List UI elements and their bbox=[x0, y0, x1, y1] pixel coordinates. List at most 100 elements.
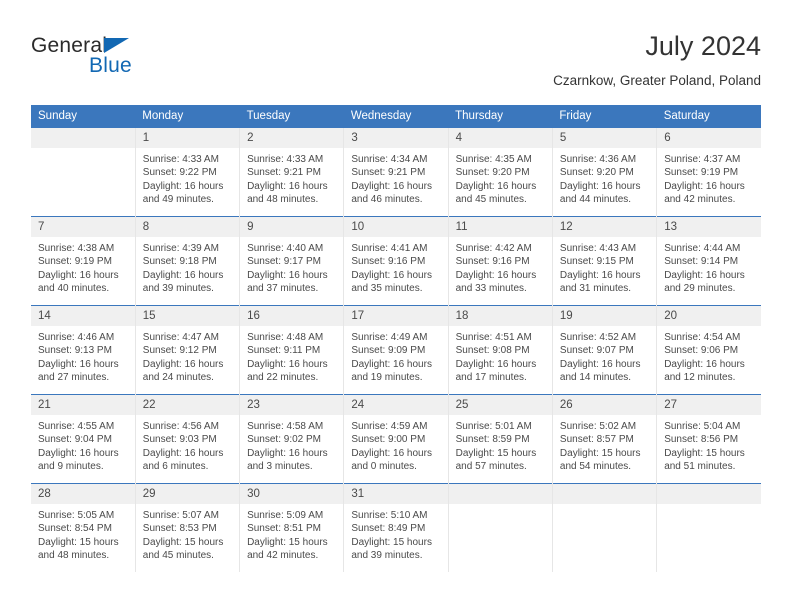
daylight-text-line2: and 24 minutes. bbox=[142, 371, 214, 383]
daylight-text-line2: and 49 minutes. bbox=[142, 193, 214, 205]
day-details: Sunrise: 4:41 AM Sunset: 9:16 PM Daylight:… bbox=[344, 237, 447, 295]
day-details: Sunrise: 4:55 AM Sunset: 9:04 PM Daylight:… bbox=[31, 415, 135, 473]
day-cell[interactable]: 13 Sunrise: 4:44 AM Sunset: 9:14 PM Dayligh… bbox=[656, 216, 761, 306]
day-number: 17 bbox=[344, 306, 448, 326]
day-number: 22 bbox=[135, 395, 240, 415]
weekday-header-sunday: Sunday bbox=[31, 105, 136, 128]
sunrise-text: Sunrise: 4:40 AM bbox=[247, 243, 324, 254]
day-number: 25 bbox=[448, 395, 552, 415]
day-number: 2 bbox=[240, 128, 344, 148]
sunrise-text: Sunrise: 4:39 AM bbox=[142, 243, 219, 254]
daylight-text-line2: and 27 minutes. bbox=[38, 371, 110, 383]
daylight-text-line2: and 9 minutes. bbox=[38, 460, 104, 472]
sunset-text: Sunset: 9:20 PM bbox=[455, 167, 530, 179]
page-subtitle: Czarnkow, Greater Poland, Poland bbox=[553, 73, 761, 88]
day-number: 13 bbox=[657, 217, 761, 237]
daylight-text-line1: Daylight: 15 hours bbox=[559, 447, 641, 459]
day-details: Sunrise: 4:37 AM Sunset: 9:19 PM Daylight:… bbox=[657, 148, 761, 206]
sunrise-text: Sunrise: 4:47 AM bbox=[142, 332, 219, 343]
daylight-text-line2: and 3 minutes. bbox=[247, 460, 313, 472]
day-cell[interactable]: 28 Sunrise: 5:05 AM Sunset: 8:54 PM Dayligh… bbox=[31, 483, 136, 572]
day-cell[interactable] bbox=[447, 483, 553, 572]
sunrise-text: Sunrise: 5:01 AM bbox=[455, 421, 532, 432]
day-details: Sunrise: 4:38 AM Sunset: 9:19 PM Daylight:… bbox=[31, 237, 135, 295]
daylight-text-line1: Daylight: 16 hours bbox=[247, 269, 328, 281]
day-number: 19 bbox=[552, 306, 657, 326]
sunrise-text: Sunrise: 4:33 AM bbox=[142, 154, 219, 165]
day-cell[interactable]: 1 Sunrise: 4:33 AM Sunset: 9:22 PM Daylight… bbox=[134, 127, 240, 217]
day-details: Sunrise: 5:01 AM Sunset: 8:59 PM Daylight:… bbox=[449, 415, 552, 473]
day-cell[interactable]: 10 Sunrise: 4:41 AM Sunset: 9:16 PM Dayligh… bbox=[343, 216, 449, 306]
sunset-text: Sunset: 9:12 PM bbox=[142, 345, 217, 357]
day-details: Sunrise: 5:02 AM Sunset: 8:57 PM Daylight:… bbox=[553, 415, 656, 473]
day-number: 31 bbox=[344, 484, 448, 504]
sunset-text: Sunset: 9:14 PM bbox=[664, 256, 739, 268]
day-cell[interactable]: 18 Sunrise: 4:51 AM Sunset: 9:08 PM Dayligh… bbox=[447, 305, 553, 395]
day-cell[interactable]: 22 Sunrise: 4:56 AM Sunset: 9:03 PM Dayligh… bbox=[134, 394, 240, 484]
day-details: Sunrise: 4:36 AM Sunset: 9:20 PM Daylight:… bbox=[553, 148, 656, 206]
sunset-text: Sunset: 9:19 PM bbox=[664, 167, 739, 179]
day-number: 12 bbox=[552, 217, 657, 237]
sunrise-text: Sunrise: 4:54 AM bbox=[664, 332, 741, 343]
day-number: 5 bbox=[552, 128, 657, 148]
day-cell[interactable]: 11 Sunrise: 4:42 AM Sunset: 9:16 PM Dayligh… bbox=[447, 216, 553, 306]
day-cell[interactable]: 19 Sunrise: 4:52 AM Sunset: 9:07 PM Dayligh… bbox=[551, 305, 657, 395]
day-cell[interactable]: 5 Sunrise: 4:36 AM Sunset: 9:20 PM Daylight… bbox=[551, 127, 657, 217]
daylight-text-line1: Daylight: 16 hours bbox=[38, 269, 119, 281]
daylight-text-line1: Daylight: 15 hours bbox=[247, 536, 328, 548]
day-number: 21 bbox=[31, 395, 135, 415]
day-cell[interactable]: 20 Sunrise: 4:54 AM Sunset: 9:06 PM Dayligh… bbox=[656, 305, 761, 395]
day-number: 6 bbox=[657, 128, 761, 148]
day-details: Sunrise: 4:33 AM Sunset: 9:22 PM Daylight:… bbox=[136, 148, 239, 206]
daylight-text-line2: and 44 minutes. bbox=[559, 193, 632, 205]
day-details bbox=[449, 504, 552, 509]
day-cell[interactable]: 25 Sunrise: 5:01 AM Sunset: 8:59 PM Dayligh… bbox=[447, 394, 553, 484]
day-number: 27 bbox=[657, 395, 761, 415]
daylight-text-line1: Daylight: 16 hours bbox=[455, 358, 537, 370]
sunset-text: Sunset: 9:13 PM bbox=[38, 345, 112, 357]
sunset-text: Sunset: 9:18 PM bbox=[142, 256, 217, 268]
day-cell[interactable]: 4 Sunrise: 4:35 AM Sunset: 9:20 PM Daylight… bbox=[447, 127, 553, 217]
day-cell[interactable] bbox=[551, 483, 657, 572]
sunrise-text: Sunrise: 4:41 AM bbox=[351, 243, 428, 254]
day-cell[interactable]: 3 Sunrise: 4:34 AM Sunset: 9:21 PM Daylight… bbox=[343, 127, 449, 217]
sunset-text: Sunset: 9:19 PM bbox=[38, 256, 112, 268]
day-cell[interactable]: 15 Sunrise: 4:47 AM Sunset: 9:12 PM Dayligh… bbox=[134, 305, 240, 395]
calendar-grid: Sunday Monday Tuesday Wednesday Thursday… bbox=[31, 105, 761, 572]
day-cell[interactable]: 21 Sunrise: 4:55 AM Sunset: 9:04 PM Dayligh… bbox=[31, 394, 136, 484]
sunrise-text: Sunrise: 4:37 AM bbox=[664, 154, 741, 165]
day-cell[interactable]: 24 Sunrise: 4:59 AM Sunset: 9:00 PM Dayligh… bbox=[343, 394, 449, 484]
day-cell[interactable]: 17 Sunrise: 4:49 AM Sunset: 9:09 PM Dayligh… bbox=[343, 305, 449, 395]
sunset-text: Sunset: 9:21 PM bbox=[247, 167, 321, 179]
day-cell[interactable]: 12 Sunrise: 4:43 AM Sunset: 9:15 PM Dayligh… bbox=[551, 216, 657, 306]
day-cell[interactable]: 31 Sunrise: 5:10 AM Sunset: 8:49 PM Dayligh… bbox=[343, 483, 449, 572]
sunrise-text: Sunrise: 5:04 AM bbox=[664, 421, 741, 432]
day-number: 9 bbox=[240, 217, 344, 237]
day-cell[interactable]: 7 Sunrise: 4:38 AM Sunset: 9:19 PM Daylight… bbox=[31, 216, 136, 306]
day-cell[interactable]: 23 Sunrise: 4:58 AM Sunset: 9:02 PM Dayligh… bbox=[239, 394, 344, 484]
daylight-text-line2: and 22 minutes. bbox=[247, 371, 319, 383]
day-cell[interactable]: 8 Sunrise: 4:39 AM Sunset: 9:18 PM Daylight… bbox=[134, 216, 240, 306]
day-details: Sunrise: 5:07 AM Sunset: 8:53 PM Daylight:… bbox=[136, 504, 239, 562]
day-cell[interactable]: 26 Sunrise: 5:02 AM Sunset: 8:57 PM Dayligh… bbox=[551, 394, 657, 484]
day-cell[interactable]: 6 Sunrise: 4:37 AM Sunset: 9:19 PM Daylight… bbox=[656, 127, 761, 217]
day-cell[interactable]: 30 Sunrise: 5:09 AM Sunset: 8:51 PM Dayligh… bbox=[239, 483, 344, 572]
day-number: 14 bbox=[31, 306, 135, 326]
day-cell[interactable]: 2 Sunrise: 4:33 AM Sunset: 9:21 PM Daylight… bbox=[239, 127, 344, 217]
day-cell[interactable]: 9 Sunrise: 4:40 AM Sunset: 9:17 PM Daylight… bbox=[239, 216, 344, 306]
day-cell[interactable]: 16 Sunrise: 4:48 AM Sunset: 9:11 PM Dayligh… bbox=[239, 305, 344, 395]
day-number: 3 bbox=[344, 128, 448, 148]
day-number bbox=[448, 484, 552, 504]
day-details: Sunrise: 4:51 AM Sunset: 9:08 PM Daylight:… bbox=[449, 326, 552, 384]
day-cell[interactable]: 27 Sunrise: 5:04 AM Sunset: 8:56 PM Dayligh… bbox=[656, 394, 761, 484]
day-cell[interactable]: 14 Sunrise: 4:46 AM Sunset: 9:13 PM Dayligh… bbox=[31, 305, 136, 395]
day-details: Sunrise: 4:58 AM Sunset: 9:02 PM Daylight:… bbox=[240, 415, 343, 473]
daylight-text-line1: Daylight: 16 hours bbox=[664, 269, 745, 281]
day-details bbox=[31, 148, 135, 153]
day-cell[interactable]: 29 Sunrise: 5:07 AM Sunset: 8:53 PM Dayligh… bbox=[134, 483, 240, 572]
day-number: 1 bbox=[135, 128, 240, 148]
day-number: 30 bbox=[240, 484, 344, 504]
sunset-text: Sunset: 9:08 PM bbox=[455, 345, 530, 357]
day-cell[interactable] bbox=[31, 127, 136, 217]
day-cell[interactable] bbox=[656, 483, 761, 572]
